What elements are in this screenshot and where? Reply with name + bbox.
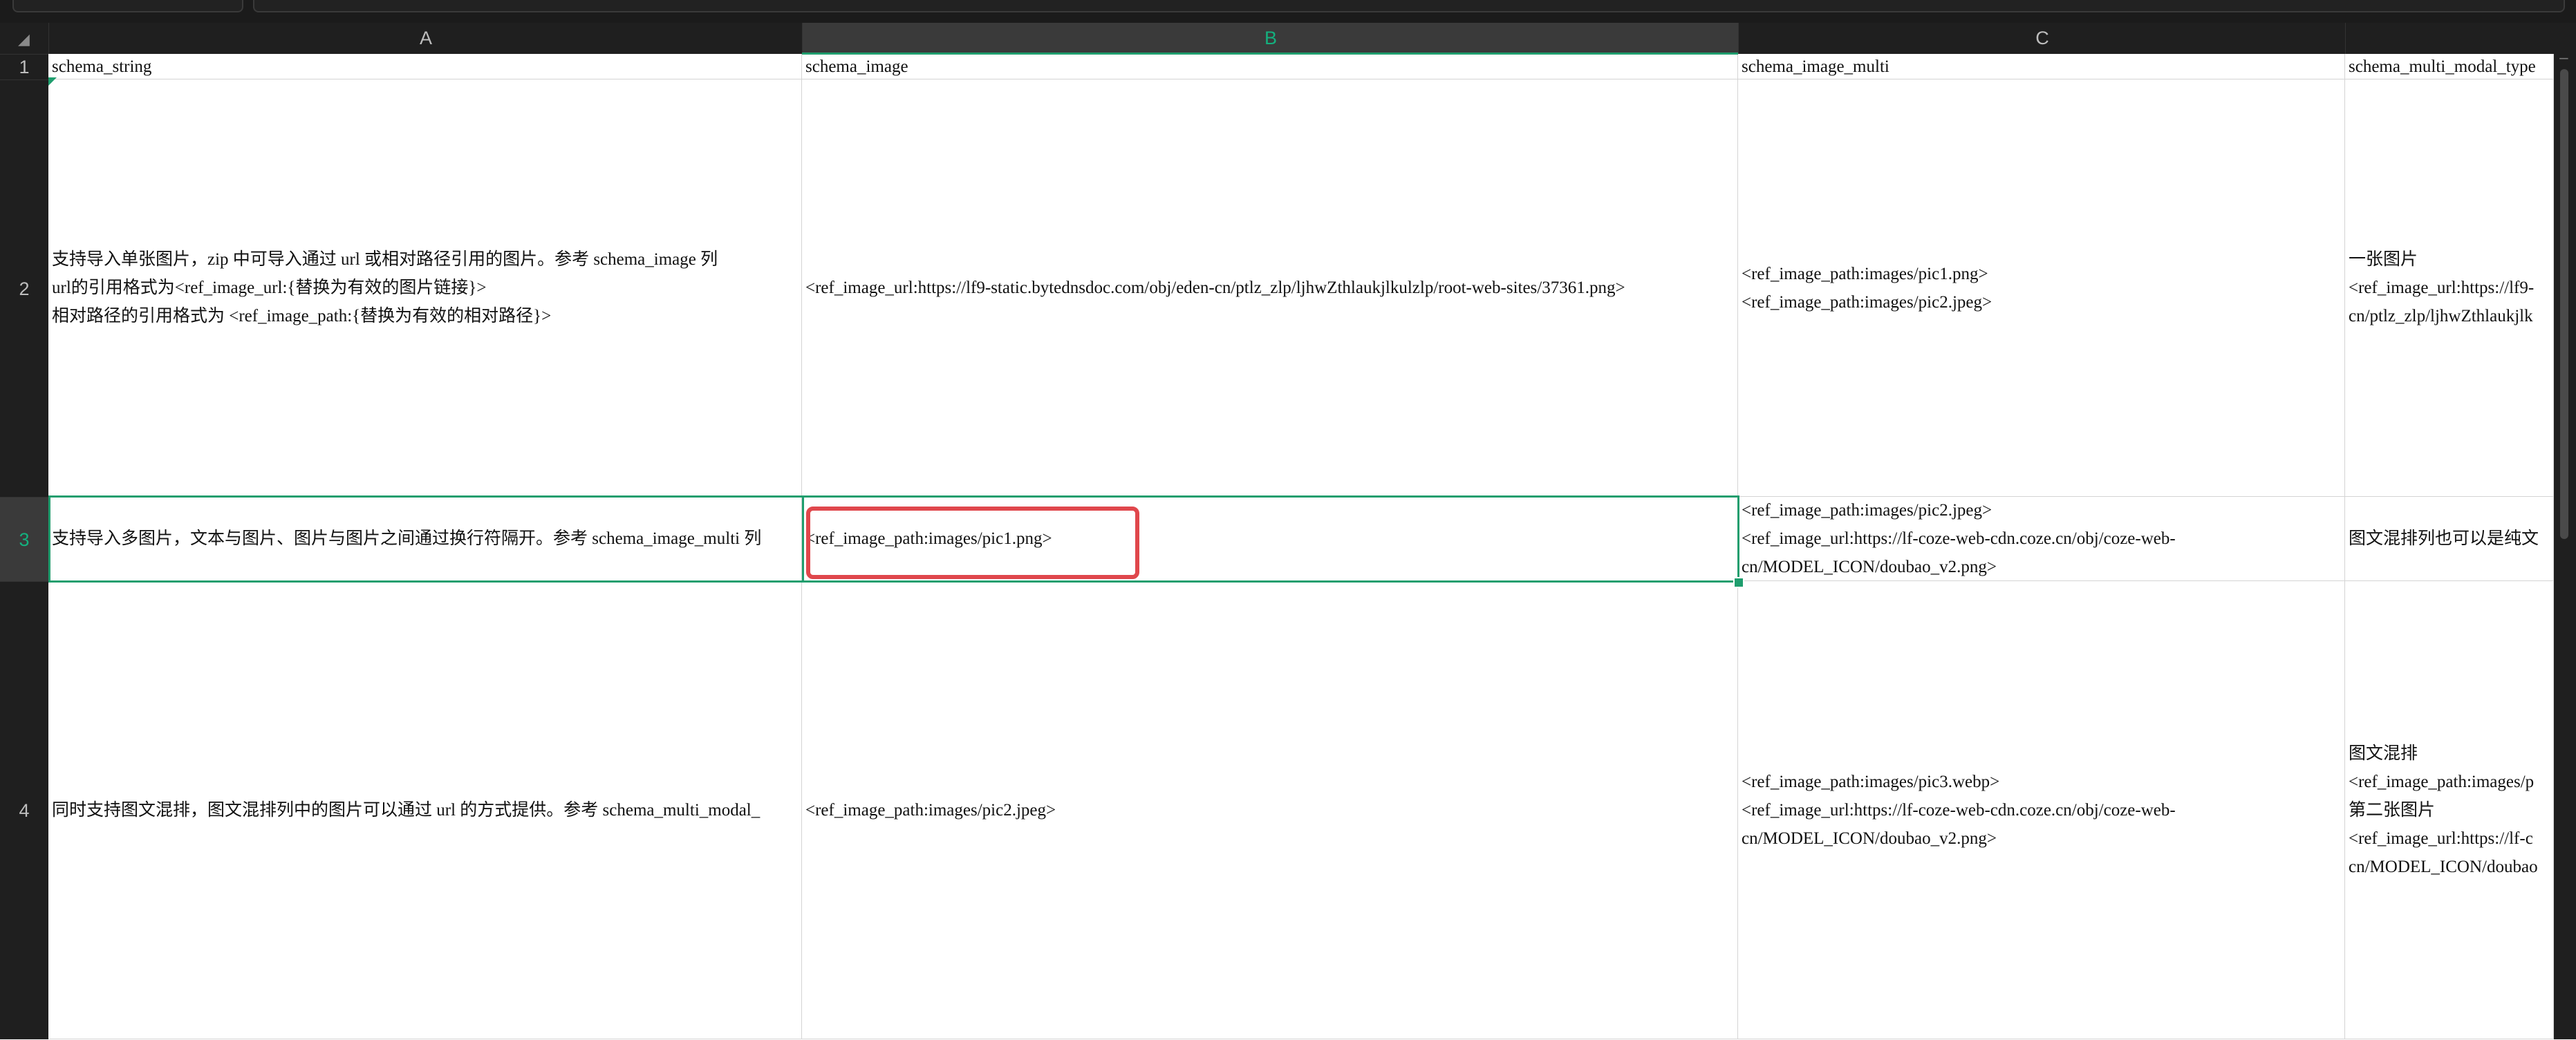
column-header-a[interactable]: A [48,23,803,54]
row-header-3[interactable]: 3 [0,497,48,582]
row-header-4[interactable]: 4 [0,581,48,1040]
column-header-bar: ◢ A B C [0,23,2576,54]
cell-d3[interactable]: 图文混排列也可以是纯文 [2345,497,2554,581]
cell-b1[interactable]: schema_image [802,54,1738,79]
cell-d1[interactable]: schema_multi_modal_type [2345,54,2554,79]
column-header-d[interactable] [2345,23,2555,54]
cell-a1[interactable]: schema_string [48,54,802,79]
fill-handle[interactable] [1733,577,1744,588]
cell-c2[interactable]: <ref_image_path:images/pic1.png> <ref_im… [1738,79,2345,497]
cell-d2[interactable]: 一张图片 <ref_image_url:https://lf9- cn/ptlz… [2345,79,2554,497]
a1-corner-marker [48,77,57,86]
formula-bar [0,0,2576,23]
cell-a4[interactable]: 同时支持图文混排，图文混排列中的图片可以通过 url 的方式提供。参考 sche… [48,581,802,1039]
scroll-up-icon[interactable]: − [2558,50,2570,66]
cell-c1[interactable]: schema_image_multi [1738,54,2345,79]
row-header-2[interactable]: 2 [0,79,48,498]
column-header-b[interactable]: B [802,23,1739,54]
cell-b2[interactable]: <ref_image_url:https://lf9-static.bytedn… [802,79,1738,497]
vertical-scrollbar[interactable]: − [2554,50,2576,1039]
scrollbar-thumb[interactable] [2560,69,2568,539]
spreadsheet-grid: schema_string schema_image schema_image_… [48,54,2554,1039]
cell-b3[interactable]: <ref_image_path:images/pic1.png> [802,497,1738,581]
row-header-1[interactable]: 1 [0,54,48,80]
cell-a2[interactable]: 支持导入单张图片，zip 中可导入通过 url 或相对路径引用的图片。参考 sc… [48,79,802,497]
cell-a3[interactable]: 支持导入多图片，文本与图片、图片与图片之间通过换行符隔开。参考 schema_i… [48,497,802,581]
cell-b4[interactable]: <ref_image_path:images/pic2.jpeg> [802,581,1738,1039]
select-all-corner[interactable]: ◢ [0,23,48,54]
cell-c3[interactable]: <ref_image_path:images/pic2.jpeg> <ref_i… [1738,497,2345,581]
formula-input[interactable] [253,0,2565,12]
cell-d4[interactable]: 图文混排 <ref_image_path:images/p 第二张图片 <ref… [2345,581,2554,1039]
column-b-highlight [802,53,1738,55]
name-box[interactable] [12,0,243,12]
cell-c4[interactable]: <ref_image_path:images/pic3.webp> <ref_i… [1738,581,2345,1039]
row-header-bar: 1 2 3 4 [0,54,48,1039]
select-all-icon: ◢ [18,31,30,48]
column-header-c[interactable]: C [1738,23,2346,54]
